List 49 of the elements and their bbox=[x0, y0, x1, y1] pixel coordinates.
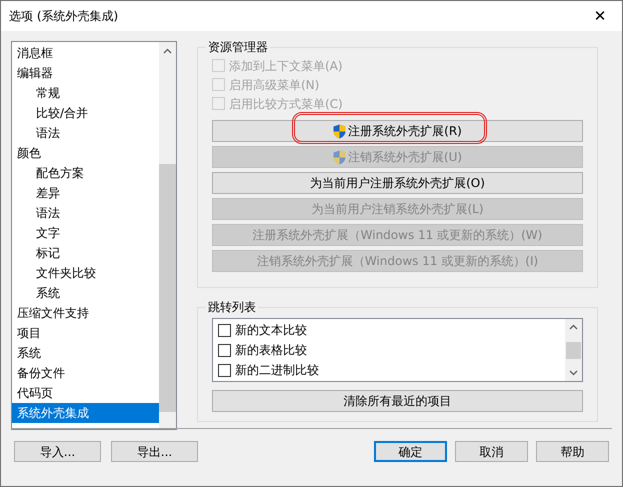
group-title: 资源管理器 bbox=[207, 39, 269, 56]
scrollbar-thumb[interactable] bbox=[159, 164, 176, 412]
action-button[interactable]: 注册系统外壳扩展(R) bbox=[212, 120, 583, 142]
action-button[interactable]: 为当前用户注册系统外壳扩展(O) bbox=[212, 172, 583, 194]
tree-item[interactable]: 消息框 bbox=[12, 43, 159, 63]
tree-item[interactable]: 代码页 bbox=[12, 383, 159, 403]
tree-item[interactable]: 比较/合并 bbox=[12, 103, 159, 123]
tree-item[interactable]: 系统 bbox=[12, 283, 159, 303]
tree-item[interactable]: 项目 bbox=[12, 323, 159, 343]
clear-button[interactable]: 清除所有最近的项目 bbox=[212, 390, 583, 412]
scrollbar[interactable] bbox=[159, 42, 176, 429]
scroll-up-icon[interactable] bbox=[163, 48, 172, 54]
checkbox-label: 启用比较方式菜单(C) bbox=[229, 96, 343, 112]
tree-item[interactable]: 系统外壳集成 bbox=[12, 403, 159, 423]
checkbox[interactable] bbox=[218, 364, 231, 376]
tree-item[interactable]: 文字 bbox=[12, 223, 159, 243]
shield-icon bbox=[333, 124, 346, 138]
tree-item[interactable]: 语法 bbox=[12, 203, 159, 223]
checkbox-label: 启用高级菜单(N) bbox=[229, 76, 320, 94]
shield-icon bbox=[332, 150, 346, 164]
checkbox[interactable] bbox=[218, 344, 231, 356]
footer-button[interactable]: 确定 bbox=[374, 441, 447, 462]
tree-item[interactable]: 差异 bbox=[12, 183, 159, 203]
tree-item[interactable]: 文件夹比较 bbox=[12, 263, 159, 283]
scroll-down-icon[interactable] bbox=[569, 370, 578, 376]
checkbox[interactable] bbox=[218, 324, 231, 336]
tree-item[interactable]: 压缩文件支持 bbox=[12, 303, 159, 323]
tree-item[interactable]: 常规 bbox=[12, 83, 159, 103]
tree-item[interactable]: 备份文件 bbox=[12, 363, 159, 383]
checkbox-label: 新的二进制比较 bbox=[235, 362, 319, 379]
tree-item[interactable]: 编辑器 bbox=[12, 63, 159, 83]
checkbox-label: 新的文本比较 bbox=[235, 322, 307, 339]
scrollbar[interactable] bbox=[565, 319, 582, 381]
tree-item[interactable]: 系统 bbox=[12, 343, 159, 363]
scrollbar-thumb[interactable] bbox=[566, 342, 581, 358]
footer-button[interactable]: 导出... bbox=[111, 441, 198, 462]
tree-item[interactable]: 配色方案 bbox=[12, 163, 159, 183]
close-button[interactable]: ✕ bbox=[578, 1, 622, 31]
tree-item[interactable]: 标记 bbox=[12, 243, 159, 263]
tree-item[interactable]: 语法 bbox=[12, 123, 159, 143]
scroll-up-icon[interactable] bbox=[569, 324, 578, 330]
window-title: 选项 (系统外壳集成) bbox=[9, 8, 118, 25]
checkbox-label: 新的表格比较 bbox=[235, 342, 307, 359]
footer-button[interactable]: 帮助 bbox=[536, 441, 609, 462]
tree-item[interactable]: 颜色 bbox=[12, 143, 159, 163]
footer-button[interactable]: 导入... bbox=[14, 441, 101, 462]
group-title: 跳转列表 bbox=[207, 299, 257, 316]
checkbox-label: 添加到上下文菜单(A) bbox=[229, 58, 343, 74]
footer-button[interactable]: 取消 bbox=[455, 441, 528, 462]
